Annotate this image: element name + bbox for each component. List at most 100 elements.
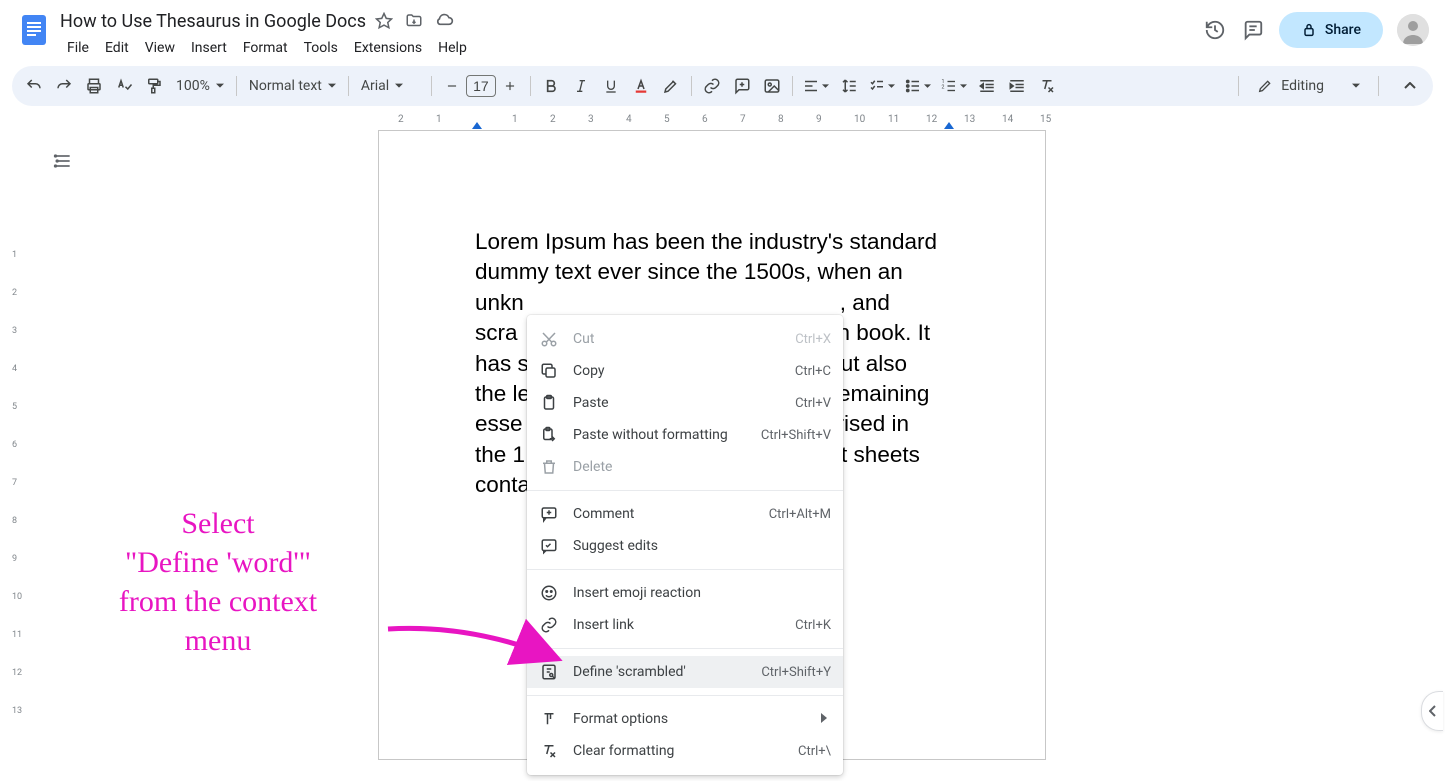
menu-edit[interactable]: Edit <box>98 36 136 60</box>
decrease-font-button[interactable] <box>438 72 466 100</box>
menu-insert[interactable]: Insert <box>184 36 234 60</box>
ruler-tick: 2 <box>398 114 404 125</box>
menu-view[interactable]: View <box>138 36 182 60</box>
menu-item-label: Define 'scrambled' <box>573 664 761 680</box>
menu-shortcut: Ctrl+\ <box>798 744 831 759</box>
font-dropdown[interactable]: Arial <box>355 72 425 100</box>
ruler-tick: 1 <box>12 250 17 260</box>
history-icon[interactable] <box>1203 18 1227 42</box>
ruler-tick: 1 <box>512 114 518 125</box>
menu-shortcut: Ctrl+Shift+V <box>761 428 831 443</box>
comment-icon <box>539 504 559 524</box>
menu-shortcut: Ctrl+K <box>795 618 831 633</box>
vertical-ruler[interactable]: 12345678910111213 <box>0 130 36 770</box>
outline-toggle-button[interactable] <box>48 146 78 176</box>
submenu-arrow-icon <box>821 711 831 727</box>
separator <box>691 76 692 96</box>
context-menu-cut: CutCtrl+X <box>527 323 843 355</box>
context-menu-comment[interactable]: CommentCtrl+Alt+M <box>527 498 843 530</box>
ruler-tick: 1 <box>436 114 442 125</box>
collapse-toolbar-button[interactable] <box>1395 71 1425 101</box>
highlight-button[interactable] <box>657 72 685 100</box>
mode-dropdown[interactable]: Editing <box>1245 72 1372 100</box>
ruler-tick: 2 <box>12 288 17 298</box>
bulleted-list-button[interactable] <box>901 72 935 100</box>
clear-formatting-button[interactable] <box>1033 72 1061 100</box>
ruler-tick: 8 <box>12 516 17 526</box>
paste-plain-icon <box>539 425 559 445</box>
separator <box>431 76 432 96</box>
indent-increase-button[interactable] <box>1003 72 1031 100</box>
text-color-button[interactable] <box>627 72 655 100</box>
menu-item-label: Format options <box>573 711 821 727</box>
menu-tools[interactable]: Tools <box>297 36 345 60</box>
ruler-tick: 8 <box>778 114 784 125</box>
context-menu-define[interactable]: Define 'scrambled'Ctrl+Shift+Y <box>527 656 843 688</box>
emoji-icon <box>539 583 559 603</box>
svg-text:2: 2 <box>942 84 945 90</box>
menu-extensions[interactable]: Extensions <box>347 36 429 60</box>
ruler-tick: 5 <box>664 114 670 125</box>
docs-logo-icon[interactable] <box>16 12 52 48</box>
separator <box>792 76 793 96</box>
context-menu-paste[interactable]: PasteCtrl+V <box>527 387 843 419</box>
context-menu-suggest[interactable]: Suggest edits <box>527 530 843 562</box>
context-menu-copy[interactable]: CopyCtrl+C <box>527 355 843 387</box>
share-button[interactable]: Share <box>1279 12 1383 48</box>
move-folder-icon[interactable] <box>404 11 424 31</box>
context-menu-emoji[interactable]: Insert emoji reaction <box>527 577 843 609</box>
star-icon[interactable] <box>374 11 394 31</box>
menu-file[interactable]: File <box>60 36 96 60</box>
line-spacing-button[interactable] <box>835 72 863 100</box>
menu-shortcut: Ctrl+V <box>795 396 831 411</box>
undo-button[interactable] <box>20 72 48 100</box>
insert-link-button[interactable] <box>698 72 726 100</box>
menu-shortcut: Ctrl+Shift+Y <box>761 665 831 680</box>
avatar[interactable] <box>1397 14 1429 46</box>
indent-decrease-button[interactable] <box>973 72 1001 100</box>
align-button[interactable] <box>799 72 833 100</box>
numbered-list-button[interactable]: 12 <box>937 72 971 100</box>
delete-icon <box>539 457 559 477</box>
checklist-button[interactable] <box>865 72 899 100</box>
document-title[interactable]: How to Use Thesaurus in Google Docs <box>60 11 366 32</box>
paragraph-style-dropdown[interactable]: Normal text <box>243 72 342 100</box>
print-button[interactable] <box>80 72 108 100</box>
menu-help[interactable]: Help <box>431 36 474 60</box>
ruler-tick: 5 <box>12 402 17 412</box>
ruler-tick: 7 <box>740 114 746 125</box>
context-menu-paste-plain[interactable]: Paste without formattingCtrl+Shift+V <box>527 419 843 451</box>
menu-item-label: Insert link <box>573 617 795 633</box>
font-size-input[interactable] <box>466 75 496 97</box>
italic-button[interactable] <box>567 72 595 100</box>
context-menu-format[interactable]: Format options <box>527 703 843 735</box>
increase-font-button[interactable] <box>496 72 524 100</box>
context-menu-clear[interactable]: Clear formattingCtrl+\ <box>527 735 843 767</box>
redo-button[interactable] <box>50 72 78 100</box>
clear-icon <box>539 741 559 761</box>
cloud-status-icon[interactable] <box>434 11 454 31</box>
header-right: Share <box>1203 12 1429 48</box>
bold-button[interactable] <box>537 72 565 100</box>
menu-separator <box>527 569 843 570</box>
insert-image-button[interactable] <box>758 72 786 100</box>
suggest-icon <box>539 536 559 556</box>
zoom-dropdown[interactable]: 100% <box>170 72 230 100</box>
paint-format-button[interactable] <box>140 72 168 100</box>
insert-comment-button[interactable] <box>728 72 756 100</box>
menu-item-label: Paste without formatting <box>573 427 761 443</box>
context-menu-link[interactable]: Insert linkCtrl+K <box>527 609 843 641</box>
ruler-tick: 3 <box>588 114 594 125</box>
ruler-tick: 4 <box>12 364 17 374</box>
comments-icon[interactable] <box>1241 18 1265 42</box>
separator <box>530 76 531 96</box>
ruler-tick: 13 <box>12 706 22 716</box>
menu-shortcut: Ctrl+X <box>795 332 831 347</box>
horizontal-ruler[interactable]: 21123456789101112131415 <box>0 114 1445 130</box>
format-icon <box>539 709 559 729</box>
spellcheck-button[interactable] <box>110 72 138 100</box>
menubar: File Edit View Insert Format Tools Exten… <box>60 36 1203 60</box>
menu-format[interactable]: Format <box>236 36 295 60</box>
underline-button[interactable] <box>597 72 625 100</box>
paste-icon <box>539 393 559 413</box>
